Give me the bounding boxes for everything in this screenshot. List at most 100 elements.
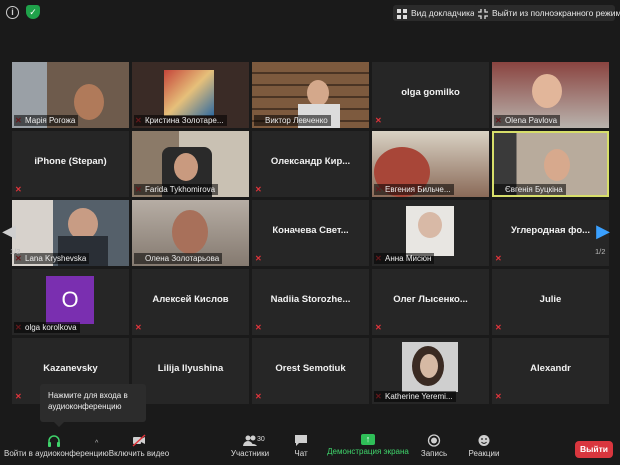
participant-tile[interactable]: ✕ Olena Pavlova xyxy=(492,62,609,128)
participant-display-name: Kazanevsky xyxy=(43,363,98,374)
record-icon xyxy=(427,434,441,447)
chat-bubble-icon xyxy=(294,434,308,447)
muted-mic-icon: ✕ xyxy=(255,323,262,332)
participant-tile-active-speaker[interactable]: Євгенія Буцкіна xyxy=(492,131,609,197)
participant-display-name: Олександр Кир... xyxy=(270,156,351,167)
participant-tile[interactable]: Углеродная фо... ✕ xyxy=(492,200,609,266)
muted-mic-icon: ✕ xyxy=(375,323,382,332)
next-page-arrow-icon[interactable]: ▶ xyxy=(596,220,610,242)
participant-display-name: Alexandr xyxy=(530,363,571,374)
participant-tile[interactable]: ✕ Марія Рогожа xyxy=(12,62,129,128)
participant-tile[interactable]: iPhone (Stepan) ✕ xyxy=(12,131,129,197)
muted-mic-icon: ✕ xyxy=(495,323,502,332)
avatar: O xyxy=(46,276,94,324)
record-label: Запись xyxy=(420,449,448,458)
muted-mic-icon: ✕ xyxy=(15,185,22,194)
participant-display-name: Nadiia Storozhe... xyxy=(270,294,351,305)
participants-button[interactable]: 30 Участники xyxy=(228,434,272,458)
participant-display-name: Lilija Ilyushina xyxy=(157,363,224,374)
muted-mic-icon: ✕ xyxy=(495,254,502,263)
participant-tile[interactable]: ✕ Анна Мисюн xyxy=(372,200,489,266)
participant-display-name: Julie xyxy=(539,294,562,305)
audio-options-chevron-icon[interactable]: ^ xyxy=(95,440,98,447)
participant-tile[interactable]: ✕ Katherine Yeremi... xyxy=(372,338,489,404)
participant-name: Олена Золотарьова xyxy=(134,253,223,264)
join-audio-tooltip: Нажмите для входа в аудиоконференцию xyxy=(40,384,146,427)
muted-mic-icon: ✕ xyxy=(255,185,262,194)
participant-display-name: olga gomilko xyxy=(401,87,460,98)
muted-mic-icon: ✕ xyxy=(375,116,382,125)
video-off-icon xyxy=(132,434,146,447)
participant-display-name: Углеродная фо... xyxy=(510,225,591,236)
participant-tile[interactable]: Lilija Ilyushina ✕ xyxy=(132,338,249,404)
participant-name: Марія Рогожа xyxy=(14,115,79,126)
person-face xyxy=(172,210,208,254)
participant-name: Farida Tykhomirova xyxy=(134,184,219,195)
participant-name: Виктор Левченко xyxy=(254,115,331,126)
participant-display-name: iPhone (Stepan) xyxy=(34,156,107,167)
participants-label: Участники xyxy=(230,449,270,458)
chat-button[interactable]: Чат xyxy=(288,434,314,458)
participant-display-name: Orest Semotiuk xyxy=(275,363,346,374)
muted-mic-icon: ✕ xyxy=(255,254,262,263)
participant-name: Katherine Yeremi... xyxy=(374,391,456,402)
reactions-label: Реакции xyxy=(468,449,500,458)
participant-display-name: Олег Лысенко... xyxy=(393,294,468,305)
previous-page-arrow-icon[interactable]: ◀ xyxy=(2,220,16,242)
participant-tile[interactable]: ✕ Евгения Бильче... xyxy=(372,131,489,197)
participant-tile[interactable]: Олег Лысенко... ✕ xyxy=(372,269,489,335)
headphones-icon xyxy=(47,434,61,447)
participant-name: Кристина Золотаре... xyxy=(134,115,227,126)
participant-tile[interactable]: ✕ Lana Kryshevska xyxy=(12,200,129,266)
person-face xyxy=(74,84,104,120)
smiley-icon xyxy=(477,434,491,447)
participant-tile[interactable]: ✕ Кристина Золотаре... xyxy=(132,62,249,128)
chat-label: Чат xyxy=(294,449,308,458)
record-button[interactable]: Запись xyxy=(418,434,450,458)
person-face xyxy=(420,354,438,378)
participant-display-name: Алексей Кислов xyxy=(152,294,229,305)
participant-display-name: Коначева Свет... xyxy=(272,225,349,236)
participant-tile[interactable]: olga gomilko ✕ xyxy=(372,62,489,128)
video-feed xyxy=(164,70,214,116)
leave-meeting-button[interactable]: Выйти xyxy=(575,441,613,458)
share-screen-button[interactable]: ↑ Демонстрация экрана xyxy=(326,434,410,456)
person-face xyxy=(174,153,198,181)
participant-name: olga korolkova xyxy=(14,322,80,333)
muted-mic-icon: ✕ xyxy=(15,392,22,401)
participant-name: Анна Мисюн xyxy=(374,253,435,264)
participant-tile[interactable]: Julie ✕ xyxy=(492,269,609,335)
share-screen-label: Демонстрация экрана xyxy=(327,447,409,456)
participants-icon xyxy=(243,434,257,447)
participant-tile[interactable]: Олена Золотарьова xyxy=(132,200,249,266)
participant-name: Євгенія Буцкіна xyxy=(494,184,566,195)
participant-tile[interactable]: Олександр Кир... ✕ xyxy=(252,131,369,197)
person-face xyxy=(307,80,329,106)
start-video-label: Включить видео xyxy=(108,449,170,458)
person-face xyxy=(544,149,570,181)
participant-tile[interactable]: Алексей Кислов ✕ xyxy=(132,269,249,335)
participant-name: Евгения Бильче... xyxy=(374,184,454,195)
participant-tile[interactable]: Коначева Свет... ✕ xyxy=(252,200,369,266)
participant-grid: ✕ Марія Рогожа ✕ Кристина Золотаре... Ви… xyxy=(0,0,620,420)
participant-tile[interactable]: Alexandr ✕ xyxy=(492,338,609,404)
page-indicator-left: 1/2 xyxy=(10,247,21,256)
participant-tile[interactable]: Nadiia Storozhe... ✕ xyxy=(252,269,369,335)
start-video-button[interactable]: Включить видео xyxy=(105,434,173,458)
muted-mic-icon: ✕ xyxy=(495,392,502,401)
join-audio-label: Войти в аудиоконференцию xyxy=(4,449,109,458)
meeting-toolbar: Войти в аудиоконференцию ^ Включить виде… xyxy=(0,430,620,465)
participant-tile[interactable]: Виктор Левченко xyxy=(252,62,369,128)
reactions-button[interactable]: Реакции xyxy=(464,434,504,458)
participant-tile[interactable]: O ✕ olga korolkova xyxy=(12,269,129,335)
share-screen-arrow-icon: ↑ xyxy=(361,434,375,445)
person-face xyxy=(418,212,442,238)
participant-tile[interactable]: Orest Semotiuk ✕ xyxy=(252,338,369,404)
participant-tile[interactable]: ✕ Farida Tykhomirova xyxy=(132,131,249,197)
participants-count: 30 xyxy=(257,436,265,443)
person-face xyxy=(532,74,562,108)
join-audio-button[interactable]: Войти в аудиоконференцию xyxy=(4,434,109,458)
muted-mic-icon: ✕ xyxy=(135,323,142,332)
page-indicator-right: 1/2 xyxy=(595,247,606,256)
participant-name: Olena Pavlova xyxy=(494,115,561,126)
